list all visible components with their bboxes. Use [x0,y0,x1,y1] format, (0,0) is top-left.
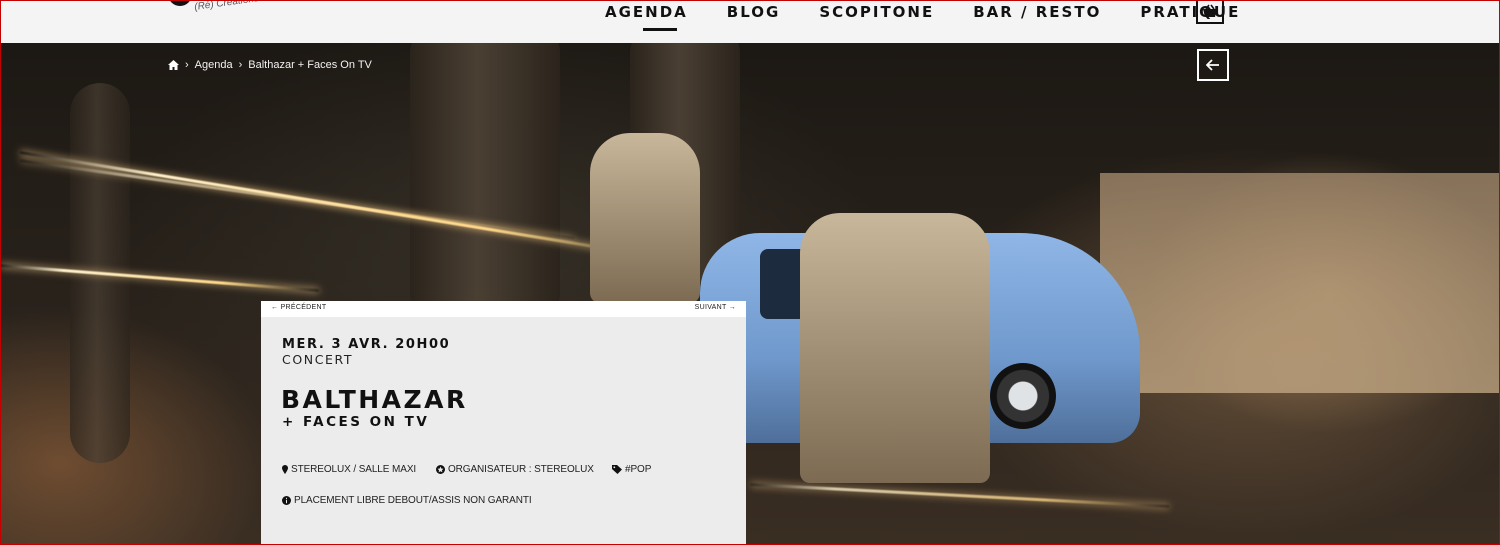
previous-event-link[interactable]: ← PRÉCÉDENT [271,304,326,311]
breadcrumb-agenda[interactable]: Agenda [195,59,233,71]
logo[interactable] [168,0,192,6]
hero-image: › Agenda › Balthazar + Faces On TV [0,43,1500,545]
event-type: CONCERT [282,352,354,367]
event-organizer: ORGANISATEUR : STEREOLUX [436,464,594,475]
info-icon [282,496,291,505]
event-pager: ← PRÉCÉDENT SUIVANT → [261,301,746,317]
event-title: BALTHAZAR [281,385,468,414]
background-wall [1100,173,1500,393]
breadcrumb: › Agenda › Balthazar + Faces On TV [168,59,372,71]
organizer-icon [436,465,445,474]
event-card: ← PRÉCÉDENT SUIVANT → MER. 3 AVR. 20H00 … [261,301,746,545]
breadcrumb-separator: › [238,59,243,71]
basket-icon [1203,4,1217,17]
nav-pratique[interactable]: PRATIQUE [1140,3,1240,29]
car-wheel [990,363,1056,429]
light-streak [0,264,320,293]
seating-text: PLACEMENT LIBRE DEBOUT/ASSIS NON GARANTI [294,495,532,506]
palm-trunk [410,43,560,323]
nav-bar-resto[interactable]: BAR / RESTO [973,3,1101,29]
next-event-link[interactable]: SUIVANT → [695,304,736,311]
tag-icon [612,465,622,474]
previous-label: PRÉCÉDENT [280,304,327,311]
tag-text: #POP [625,464,652,475]
organizer-text: ORGANISATEUR : STEREOLUX [448,464,594,475]
event-subtitle: + FACES ON TV [282,414,430,430]
event-venue: STEREOLUX / SALLE MAXI [282,464,416,475]
event-tag[interactable]: #POP [612,464,651,475]
arrow-right-icon: → [728,304,736,311]
arrow-left-icon [1206,59,1219,71]
nav-agenda[interactable]: AGENDA [605,3,688,31]
basket-button[interactable] [1196,0,1224,24]
event-seating: PLACEMENT LIBRE DEBOUT/ASSIS NON GARANTI [282,495,532,506]
arrow-left-icon: ← [271,304,279,311]
person-leaning [800,213,990,483]
back-button[interactable] [1197,49,1229,81]
person-sitting [590,133,700,303]
light-streak [749,483,1170,508]
breadcrumb-current: Balthazar + Faces On TV [248,59,372,71]
venue-text: STEREOLUX / SALLE MAXI [291,464,417,475]
nav-scopitone[interactable]: SCOPITONE [819,3,934,29]
home-icon[interactable] [168,60,179,70]
main-nav: AGENDA BLOG SCOPITONE BAR / RESTO PRATIQ… [605,3,1279,31]
event-date: MER. 3 AVR. 20H00 [282,337,451,352]
location-pin-icon [282,465,288,474]
nav-blog[interactable]: BLOG [727,3,781,29]
site-header: (Ré) Créations mus AGENDA BLOG SCOPITONE… [0,0,1500,43]
breadcrumb-separator: › [185,59,189,71]
logo-tagline: (Ré) Créations mus [193,0,282,13]
next-label: SUIVANT [694,304,727,311]
